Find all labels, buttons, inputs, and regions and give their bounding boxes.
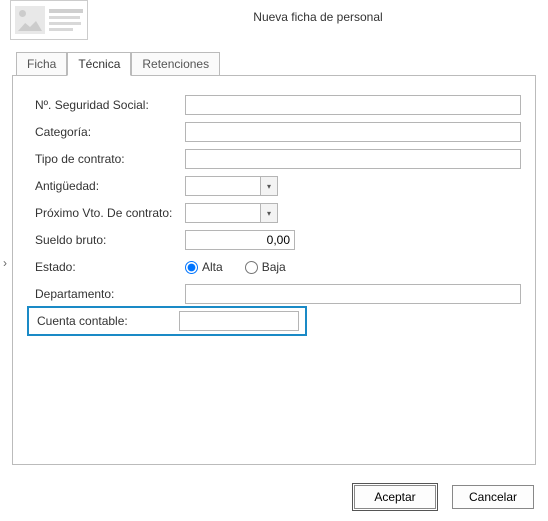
side-expand-icon[interactable]: › — [0, 256, 10, 270]
input-proximo-vto[interactable] — [185, 203, 261, 223]
label-estado: Estado: — [35, 260, 185, 274]
dropdown-antiguedad[interactable]: ▾ — [261, 176, 278, 196]
input-nss[interactable] — [185, 95, 521, 115]
dialog-footer: Aceptar Cancelar — [354, 485, 534, 509]
radio-label-baja: Baja — [262, 260, 286, 274]
label-proximo-vto: Próximo Vto. De contrato: — [35, 206, 185, 220]
input-tipo-contrato[interactable] — [185, 149, 521, 169]
radio-option-baja[interactable]: Baja — [245, 260, 286, 274]
tab-tecnica[interactable]: Técnica — [67, 52, 131, 76]
input-cuenta-contable[interactable] — [179, 311, 299, 331]
input-departamento[interactable] — [185, 284, 521, 304]
radio-label-alta: Alta — [202, 260, 223, 274]
radio-option-alta[interactable]: Alta — [185, 260, 223, 274]
radio-group-estado: Alta Baja — [185, 260, 286, 274]
dialog-title: Nueva ficha de personal — [98, 0, 538, 24]
label-nss: Nº. Seguridad Social: — [35, 98, 185, 112]
chevron-down-icon: ▾ — [267, 182, 271, 191]
radio-baja[interactable] — [245, 261, 258, 274]
dropdown-proximo-vto[interactable]: ▾ — [261, 203, 278, 223]
label-departamento: Departamento: — [35, 287, 185, 301]
label-tipo-contrato: Tipo de contrato: — [35, 152, 185, 166]
form-thumbnail-icon — [10, 0, 88, 40]
label-categoria: Categoría: — [35, 125, 185, 139]
accept-button[interactable]: Aceptar — [354, 485, 436, 509]
tab-ficha[interactable]: Ficha — [16, 52, 67, 75]
tab-panel-tecnica: Nº. Seguridad Social: Categoría: Tipo de… — [12, 75, 536, 465]
label-antiguedad: Antigüedad: — [35, 179, 185, 193]
label-cuenta-contable: Cuenta contable: — [37, 314, 179, 328]
highlighted-field-cuenta-contable: Cuenta contable: — [27, 306, 307, 336]
input-categoria[interactable] — [185, 122, 521, 142]
input-sueldo-bruto[interactable] — [185, 230, 295, 250]
cancel-button[interactable]: Cancelar — [452, 485, 534, 509]
chevron-down-icon: ▾ — [267, 209, 271, 218]
dialog-header: Nueva ficha de personal — [0, 0, 548, 48]
label-sueldo-bruto: Sueldo bruto: — [35, 233, 185, 247]
input-antiguedad[interactable] — [185, 176, 261, 196]
tab-bar: Ficha Técnica Retenciones — [0, 52, 548, 75]
radio-alta[interactable] — [185, 261, 198, 274]
tab-retenciones[interactable]: Retenciones — [131, 52, 220, 75]
